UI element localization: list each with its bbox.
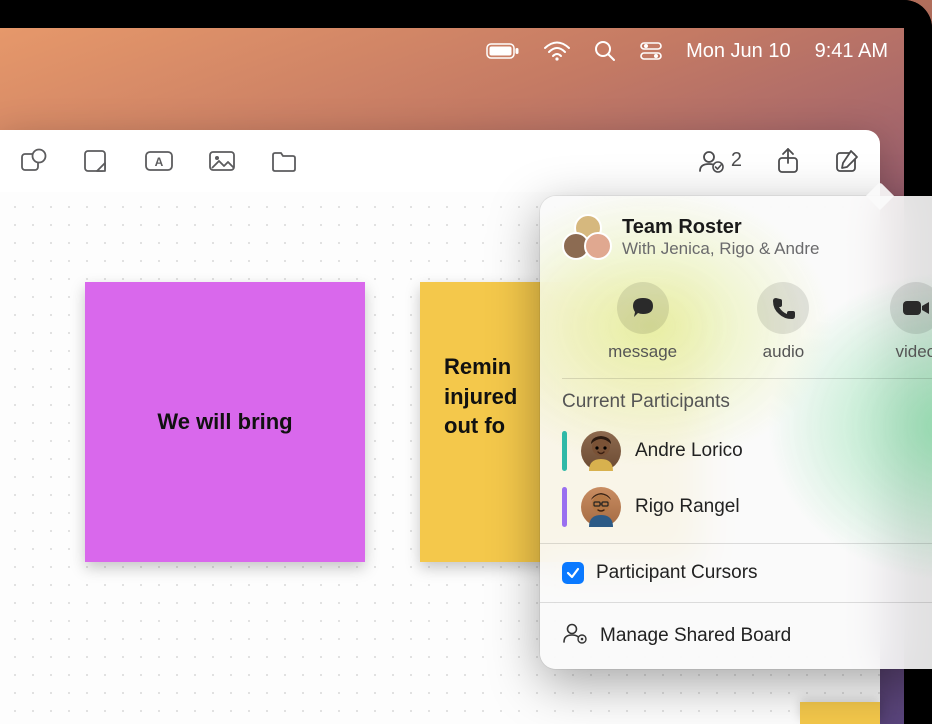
share-button[interactable]: [776, 147, 800, 175]
participant-color-bar: [562, 431, 567, 471]
svg-text:A: A: [155, 155, 164, 169]
collaborate-button[interactable]: 2: [697, 148, 742, 174]
collaborator-count: 2: [731, 149, 742, 172]
audio-button[interactable]: audio: [757, 282, 809, 362]
menubar-time[interactable]: 9:41 AM: [815, 40, 888, 63]
group-avatar-icon: [562, 214, 608, 260]
participant-color-bar: [562, 487, 567, 527]
sticky-text: Remin injured out fo: [444, 354, 517, 438]
control-center-icon[interactable]: [640, 41, 662, 61]
manage-shared-board-button[interactable]: Manage Shared Board: [562, 611, 932, 655]
text-box-tool-icon[interactable]: A: [144, 149, 174, 173]
participant-row[interactable]: Andre Lorico: [562, 423, 932, 479]
action-label: message: [608, 342, 677, 362]
spotlight-icon[interactable]: [594, 40, 616, 62]
sticky-note-edge: [800, 702, 880, 724]
sticky-note[interactable]: We will bring: [85, 282, 365, 562]
toggle-label: Participant Cursors: [596, 562, 758, 584]
sticky-note-tool-icon[interactable]: [82, 148, 110, 174]
wifi-icon: [544, 41, 570, 61]
video-icon: [890, 282, 932, 334]
section-heading: Current Participants: [562, 391, 932, 413]
menubar-date[interactable]: Mon Jun 10: [686, 40, 791, 63]
checkbox-checked-icon: [562, 562, 584, 584]
battery-icon: [486, 42, 520, 60]
toolbar: A 2: [0, 130, 880, 192]
avatar: [581, 431, 621, 471]
menu-bar: Mon Jun 10 9:41 AM: [0, 28, 904, 74]
message-icon: [617, 282, 669, 334]
board-title: Team Roster: [622, 216, 819, 239]
file-tool-icon[interactable]: [270, 149, 298, 173]
phone-icon: [757, 282, 809, 334]
participant-cursors-toggle[interactable]: Participant Cursors: [562, 552, 932, 594]
avatar: [581, 487, 621, 527]
participant-name: Andre Lorico: [635, 440, 743, 462]
action-label: audio: [763, 342, 805, 362]
popover-header: Team Roster With Jenica, Rigo & Andre: [562, 214, 932, 260]
message-button[interactable]: message: [608, 282, 677, 362]
participant-name: Rigo Rangel: [635, 496, 740, 518]
people-gear-icon: [562, 621, 588, 651]
collaboration-popover: Team Roster With Jenica, Rigo & Andre me…: [540, 196, 932, 669]
shape-tool-icon[interactable]: [20, 148, 48, 174]
image-tool-icon[interactable]: [208, 149, 236, 173]
action-label: video: [895, 342, 932, 362]
compose-button[interactable]: [834, 148, 860, 174]
participant-row[interactable]: Rigo Rangel: [562, 479, 932, 535]
manage-label: Manage Shared Board: [600, 625, 791, 647]
sticky-text: We will bring: [157, 409, 292, 435]
board-subtitle: With Jenica, Rigo & Andre: [622, 239, 819, 259]
video-button[interactable]: video: [890, 282, 932, 362]
